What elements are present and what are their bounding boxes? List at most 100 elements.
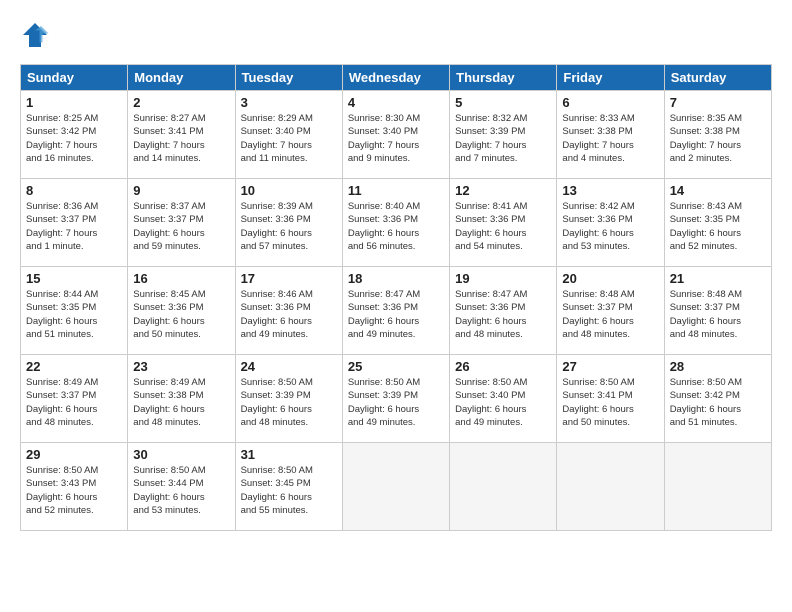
calendar-cell: 6Sunrise: 8:33 AM Sunset: 3:38 PM Daylig… [557,91,664,179]
day-info: Sunrise: 8:44 AM Sunset: 3:35 PM Dayligh… [26,288,122,341]
day-number: 30 [133,447,229,462]
calendar: SundayMondayTuesdayWednesdayThursdayFrid… [20,64,772,531]
calendar-cell: 9 Sunrise: 8:37 AM Sunset: 3:37 PM Daylig… [128,179,235,267]
day-info: Sunrise: 8:25 AM Sunset: 3:42 PM Dayligh… [26,112,122,165]
calendar-cell: 10Sunrise: 8:39 AM Sunset: 3:36 PM Dayli… [235,179,342,267]
calendar-cell: 25 Sunrise: 8:50 AM Sunset: 3:39 PM Dayli… [342,355,449,443]
calendar-cell: 27Sunrise: 8:50 AM Sunset: 3:41 PM Dayli… [557,355,664,443]
day-number: 16 [133,271,229,286]
day-number: 31 [241,447,337,462]
weekday-header-tuesday: Tuesday [235,65,342,91]
header [20,20,772,50]
day-number: 9 [133,183,229,198]
day-number: 7 [670,95,766,110]
calendar-cell: 5Sunrise: 8:32 AM Sunset: 3:39 PM Daylig… [450,91,557,179]
calendar-cell: 4 Sunrise: 8:30 AM Sunset: 3:40 PM Daylig… [342,91,449,179]
calendar-cell: 2Sunrise: 8:27 AM Sunset: 3:41 PM Daylig… [128,91,235,179]
calendar-body: 1 Sunrise: 8:25 AM Sunset: 3:42 PM Daylig… [21,91,772,531]
day-info: Sunrise: 8:50 AM Sunset: 3:40 PM Dayligh… [455,376,551,429]
calendar-cell: 20 Sunrise: 8:48 AM Sunset: 3:37 PM Dayli… [557,267,664,355]
day-info: Sunrise: 8:50 AM Sunset: 3:39 PM Dayligh… [348,376,444,429]
calendar-header: SundayMondayTuesdayWednesdayThursdayFrid… [21,65,772,91]
day-number: 12 [455,183,551,198]
weekday-row: SundayMondayTuesdayWednesdayThursdayFrid… [21,65,772,91]
day-number: 3 [241,95,337,110]
calendar-cell: 24Sunrise: 8:50 AM Sunset: 3:39 PM Dayli… [235,355,342,443]
weekday-header-thursday: Thursday [450,65,557,91]
calendar-cell: 26 Sunrise: 8:50 AM Sunset: 3:40 PM Dayli… [450,355,557,443]
day-info: Sunrise: 8:35 AM Sunset: 3:38 PM Dayligh… [670,112,766,165]
calendar-week-3: 15 Sunrise: 8:44 AM Sunset: 3:35 PM Dayli… [21,267,772,355]
day-info: Sunrise: 8:36 AM Sunset: 3:37 PM Dayligh… [26,200,122,253]
calendar-cell: 7 Sunrise: 8:35 AM Sunset: 3:38 PM Daylig… [664,91,771,179]
day-number: 22 [26,359,122,374]
day-number: 1 [26,95,122,110]
day-info: Sunrise: 8:30 AM Sunset: 3:40 PM Dayligh… [348,112,444,165]
day-info: Sunrise: 8:32 AM Sunset: 3:39 PM Dayligh… [455,112,551,165]
day-number: 26 [455,359,551,374]
day-number: 27 [562,359,658,374]
day-number: 15 [26,271,122,286]
day-number: 29 [26,447,122,462]
day-number: 8 [26,183,122,198]
day-number: 20 [562,271,658,286]
calendar-cell: 18 Sunrise: 8:47 AM Sunset: 3:36 PM Dayli… [342,267,449,355]
calendar-cell [450,443,557,531]
day-info: Sunrise: 8:49 AM Sunset: 3:38 PM Dayligh… [133,376,229,429]
calendar-cell: 12 Sunrise: 8:41 AM Sunset: 3:36 PM Dayli… [450,179,557,267]
day-info: Sunrise: 8:47 AM Sunset: 3:36 PM Dayligh… [455,288,551,341]
calendar-week-1: 1 Sunrise: 8:25 AM Sunset: 3:42 PM Daylig… [21,91,772,179]
day-number: 28 [670,359,766,374]
weekday-header-wednesday: Wednesday [342,65,449,91]
day-info: Sunrise: 8:39 AM Sunset: 3:36 PM Dayligh… [241,200,337,253]
day-info: Sunrise: 8:40 AM Sunset: 3:36 PM Dayligh… [348,200,444,253]
day-info: Sunrise: 8:45 AM Sunset: 3:36 PM Dayligh… [133,288,229,341]
day-info: Sunrise: 8:37 AM Sunset: 3:37 PM Dayligh… [133,200,229,253]
day-info: Sunrise: 8:50 AM Sunset: 3:45 PM Dayligh… [241,464,337,517]
weekday-header-saturday: Saturday [664,65,771,91]
day-number: 4 [348,95,444,110]
weekday-header-monday: Monday [128,65,235,91]
day-number: 25 [348,359,444,374]
day-info: Sunrise: 8:48 AM Sunset: 3:37 PM Dayligh… [562,288,658,341]
calendar-cell: 21 Sunrise: 8:48 AM Sunset: 3:37 PM Dayli… [664,267,771,355]
calendar-cell: 1 Sunrise: 8:25 AM Sunset: 3:42 PM Daylig… [21,91,128,179]
calendar-cell: 28Sunrise: 8:50 AM Sunset: 3:42 PM Dayli… [664,355,771,443]
weekday-header-sunday: Sunday [21,65,128,91]
calendar-week-5: 29Sunrise: 8:50 AM Sunset: 3:43 PM Dayli… [21,443,772,531]
calendar-cell [664,443,771,531]
day-info: Sunrise: 8:46 AM Sunset: 3:36 PM Dayligh… [241,288,337,341]
day-info: Sunrise: 8:41 AM Sunset: 3:36 PM Dayligh… [455,200,551,253]
day-number: 17 [241,271,337,286]
page: SundayMondayTuesdayWednesdayThursdayFrid… [0,0,792,612]
calendar-cell: 30 Sunrise: 8:50 AM Sunset: 3:44 PM Dayli… [128,443,235,531]
calendar-cell: 3 Sunrise: 8:29 AM Sunset: 3:40 PM Daylig… [235,91,342,179]
calendar-cell: 23Sunrise: 8:49 AM Sunset: 3:38 PM Dayli… [128,355,235,443]
day-number: 11 [348,183,444,198]
day-info: Sunrise: 8:47 AM Sunset: 3:36 PM Dayligh… [348,288,444,341]
calendar-cell: 19Sunrise: 8:47 AM Sunset: 3:36 PM Dayli… [450,267,557,355]
weekday-header-friday: Friday [557,65,664,91]
calendar-cell: 17 Sunrise: 8:46 AM Sunset: 3:36 PM Dayli… [235,267,342,355]
calendar-cell: 11 Sunrise: 8:40 AM Sunset: 3:36 PM Dayli… [342,179,449,267]
day-info: Sunrise: 8:29 AM Sunset: 3:40 PM Dayligh… [241,112,337,165]
day-number: 14 [670,183,766,198]
day-info: Sunrise: 8:48 AM Sunset: 3:37 PM Dayligh… [670,288,766,341]
day-number: 6 [562,95,658,110]
day-info: Sunrise: 8:49 AM Sunset: 3:37 PM Dayligh… [26,376,122,429]
logo [20,20,55,50]
calendar-cell: 8 Sunrise: 8:36 AM Sunset: 3:37 PM Daylig… [21,179,128,267]
logo-icon [20,20,50,50]
day-info: Sunrise: 8:50 AM Sunset: 3:39 PM Dayligh… [241,376,337,429]
calendar-cell: 15 Sunrise: 8:44 AM Sunset: 3:35 PM Dayli… [21,267,128,355]
day-number: 2 [133,95,229,110]
calendar-cell: 31 Sunrise: 8:50 AM Sunset: 3:45 PM Dayli… [235,443,342,531]
day-number: 21 [670,271,766,286]
calendar-cell: 16 Sunrise: 8:45 AM Sunset: 3:36 PM Dayli… [128,267,235,355]
calendar-cell: 14Sunrise: 8:43 AM Sunset: 3:35 PM Dayli… [664,179,771,267]
calendar-cell [557,443,664,531]
calendar-cell: 29Sunrise: 8:50 AM Sunset: 3:43 PM Dayli… [21,443,128,531]
day-info: Sunrise: 8:50 AM Sunset: 3:44 PM Dayligh… [133,464,229,517]
day-number: 18 [348,271,444,286]
calendar-cell [342,443,449,531]
